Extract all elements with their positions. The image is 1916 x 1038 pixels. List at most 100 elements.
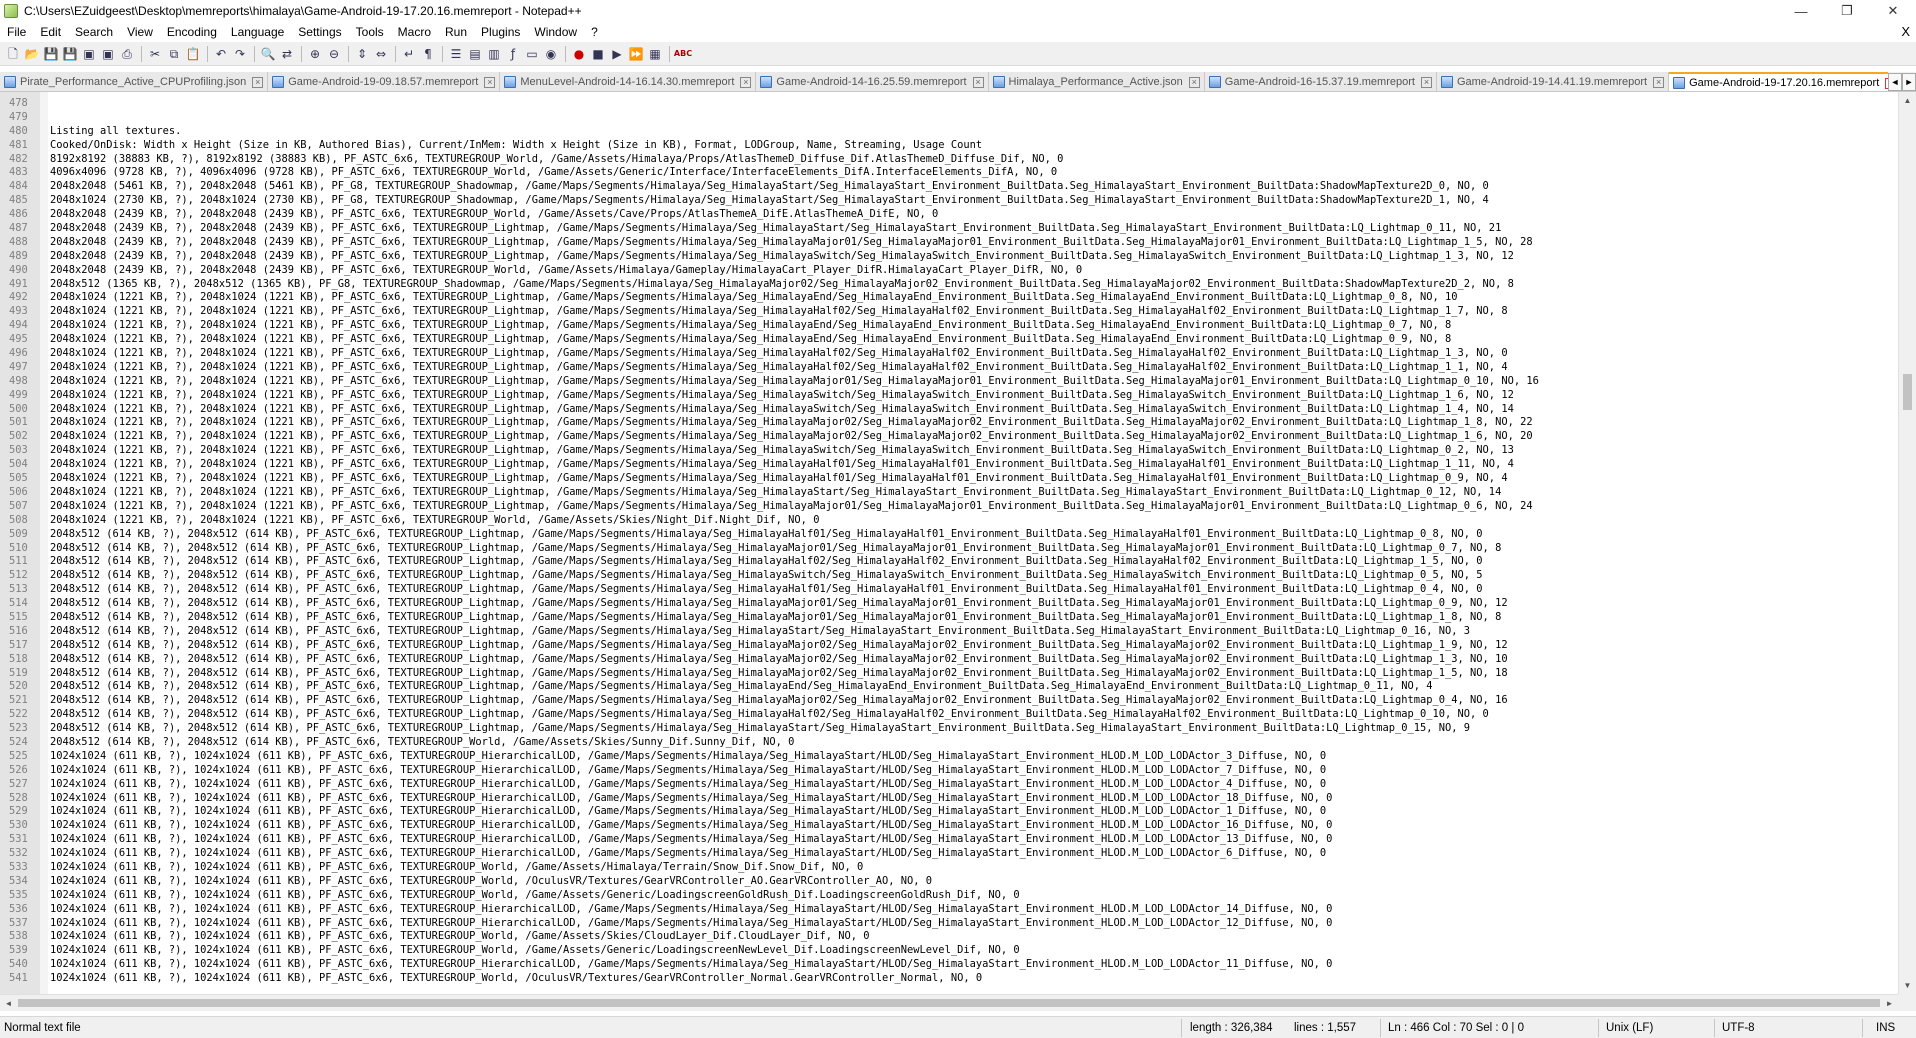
document-tab[interactable]: Game-Android-19-17.20.16.memreport× [1669, 72, 1902, 91]
document-tab[interactable]: Pirate_Performance_Active_CPUProfiling.j… [0, 72, 269, 91]
line-text[interactable]: 2048x1024 (1221 KB, ?), 2048x1024 (1221 … [40, 319, 1451, 333]
menu-item[interactable]: Tools [349, 22, 391, 42]
menu-item[interactable]: Search [68, 22, 120, 42]
menu-item[interactable]: Language [224, 22, 291, 42]
tab-scroll-left-button[interactable]: ◄ [1888, 73, 1902, 91]
new-file-button[interactable]: 🗋 [4, 45, 22, 63]
close-window-button[interactable]: ✕ [1870, 0, 1916, 22]
line-text[interactable]: Listing all textures. [40, 125, 181, 139]
print-button[interactable]: ⎙ [118, 45, 136, 63]
zoom-in-button[interactable]: ⊕ [306, 45, 324, 63]
line-text[interactable]: 2048x2048 (2439 KB, ?), 2048x2048 (2439 … [40, 236, 1533, 250]
text-line[interactable]: 513 2048x512 (614 KB, ?), 2048x512 (614 K… [0, 583, 1898, 598]
line-text[interactable]: 2048x1024 (1221 KB, ?), 2048x1024 (1221 … [40, 486, 1501, 500]
scroll-left-button[interactable]: ◄ [0, 995, 17, 1011]
stop-record-button[interactable]: ■ [589, 45, 607, 63]
open-file-button[interactable]: 📂 [23, 45, 41, 63]
line-text[interactable]: 2048x1024 (1221 KB, ?), 2048x1024 (1221 … [40, 375, 1539, 389]
line-text[interactable]: 1024x1024 (611 KB, ?), 1024x1024 (611 KB… [40, 944, 1020, 958]
text-line[interactable]: 484 2048x2048 (5461 KB, ?), 2048x2048 (54… [0, 180, 1898, 195]
line-text[interactable]: 1024x1024 (611 KB, ?), 1024x1024 (611 KB… [40, 930, 870, 944]
line-text[interactable]: 1024x1024 (611 KB, ?), 1024x1024 (611 KB… [40, 903, 1332, 917]
line-text[interactable]: 1024x1024 (611 KB, ?), 1024x1024 (611 KB… [40, 833, 1332, 847]
text-line[interactable]: 510 2048x512 (614 KB, ?), 2048x512 (614 K… [0, 541, 1898, 556]
line-text[interactable]: 2048x512 (614 KB, ?), 2048x512 (614 KB),… [40, 694, 1508, 708]
line-text[interactable]: 2048x2048 (2439 KB, ?), 2048x2048 (2439 … [40, 222, 1501, 236]
save-all-button[interactable]: 💾 [61, 45, 79, 63]
menu-item[interactable]: Window [527, 22, 584, 42]
line-text[interactable] [40, 97, 50, 111]
line-text[interactable]: 2048x1024 (1221 KB, ?), 2048x1024 (1221 … [40, 430, 1533, 444]
function-list-button[interactable]: ƒ [504, 45, 522, 63]
text-line[interactable]: 478 [0, 97, 1898, 111]
cut-button[interactable]: ✂ [146, 45, 164, 63]
line-text[interactable]: Cooked/OnDisk: Width x Height (Size in K… [40, 139, 982, 153]
line-text[interactable]: 1024x1024 (611 KB, ?), 1024x1024 (611 KB… [40, 750, 1326, 764]
sync-horizontal-button[interactable]: ⇔ [372, 45, 390, 63]
text-line[interactable]: 529 1024x1024 (611 KB, ?), 1024x1024 (611… [0, 805, 1898, 820]
text-line[interactable]: 483 4096x4096 (9728 KB, ?), 4096x4096 (97… [0, 166, 1898, 181]
line-text[interactable]: 1024x1024 (611 KB, ?), 1024x1024 (611 KB… [40, 875, 932, 889]
line-text[interactable]: 2048x512 (614 KB, ?), 2048x512 (614 KB),… [40, 542, 1501, 556]
text-line[interactable]: 531 1024x1024 (611 KB, ?), 1024x1024 (611… [0, 833, 1898, 848]
doc-map-button[interactable]: ▥ [485, 45, 503, 63]
line-text[interactable]: 2048x1024 (1221 KB, ?), 2048x1024 (1221 … [40, 514, 819, 528]
line-text[interactable]: 2048x1024 (1221 KB, ?), 2048x1024 (1221 … [40, 361, 1508, 375]
vertical-scrollbar[interactable]: ▲ ▼ [1898, 92, 1916, 994]
text-line[interactable]: 538 1024x1024 (611 KB, ?), 1024x1024 (611… [0, 930, 1898, 945]
line-text[interactable]: 2048x2048 (2439 KB, ?), 2048x2048 (2439 … [40, 264, 1082, 278]
text-line[interactable]: 522 2048x512 (614 KB, ?), 2048x512 (614 K… [0, 708, 1898, 723]
text-line[interactable]: 479 [0, 110, 1898, 125]
tab-close-icon[interactable]: × [252, 76, 264, 88]
monitoring-button[interactable]: ◉ [542, 45, 560, 63]
text-line[interactable]: 496 2048x1024 (1221 KB, ?), 2048x1024 (12… [0, 347, 1898, 361]
text-line[interactable]: 521 2048x512 (614 KB, ?), 2048x512 (614 K… [0, 694, 1898, 709]
find-button[interactable]: 🔍 [259, 45, 277, 63]
line-text[interactable]: 1024x1024 (611 KB, ?), 1024x1024 (611 KB… [40, 819, 1332, 833]
menu-item[interactable]: Settings [291, 22, 348, 42]
text-line[interactable]: 495 2048x1024 (1221 KB, ?), 2048x1024 (12… [0, 333, 1898, 348]
paste-button[interactable]: 📋 [184, 45, 202, 63]
line-text[interactable]: 1024x1024 (611 KB, ?), 1024x1024 (611 KB… [40, 889, 1020, 903]
editor-area[interactable]: 478 479 480 Listing all textures. 481 Cooked/… [0, 92, 1916, 994]
text-line[interactable]: 530 1024x1024 (611 KB, ?), 1024x1024 (611… [0, 819, 1898, 834]
tab-close-icon[interactable]: × [972, 76, 984, 88]
playback-macro-button[interactable]: ▶ [608, 45, 626, 63]
text-line[interactable]: 536 1024x1024 (611 KB, ?), 1024x1024 (611… [0, 902, 1898, 917]
line-text[interactable]: 1024x1024 (611 KB, ?), 1024x1024 (611 KB… [40, 792, 1332, 806]
text-line[interactable]: 515 2048x512 (614 KB, ?), 2048x512 (614 K… [0, 610, 1898, 625]
line-text[interactable]: 2048x1024 (2730 KB, ?), 2048x1024 (2730 … [40, 194, 1489, 208]
close-button[interactable]: ▣ [80, 45, 98, 63]
text-line[interactable]: 492 2048x1024 (1221 KB, ?), 2048x1024 (12… [0, 291, 1898, 306]
tab-close-icon[interactable]: × [1188, 76, 1200, 88]
save-button[interactable]: 💾 [42, 45, 60, 63]
tab-scroll-right-button[interactable]: ► [1902, 73, 1916, 91]
close-all-button[interactable]: ▣ [99, 45, 117, 63]
text-line[interactable]: 497 2048x1024 (1221 KB, ?), 2048x1024 (12… [0, 360, 1898, 375]
text-line[interactable]: 505 2048x1024 (1221 KB, ?), 2048x1024 (12… [0, 472, 1898, 486]
text-line[interactable]: 507 2048x1024 (1221 KB, ?), 2048x1024 (12… [0, 499, 1898, 514]
menu-item[interactable]: ? [584, 22, 605, 42]
text-line[interactable]: 511 2048x512 (614 KB, ?), 2048x512 (614 K… [0, 555, 1898, 570]
text-line[interactable]: 520 2048x512 (614 KB, ?), 2048x512 (614 K… [0, 680, 1898, 695]
indent-guide-button[interactable]: ☰ [447, 45, 465, 63]
text-line[interactable]: 532 1024x1024 (611 KB, ?), 1024x1024 (611… [0, 847, 1898, 861]
text-line[interactable]: 506 2048x1024 (1221 KB, ?), 2048x1024 (12… [0, 485, 1898, 500]
tab-close-icon[interactable]: × [740, 76, 752, 88]
text-line[interactable]: 482 8192x8192 (38883 KB, ?), 8192x8192 (3… [0, 152, 1898, 167]
scroll-down-button[interactable]: ▼ [1899, 977, 1916, 994]
line-text[interactable]: 4096x4096 (9728 KB, ?), 4096x4096 (9728 … [40, 166, 1057, 180]
text-line[interactable]: 488 2048x2048 (2439 KB, ?), 2048x2048 (24… [0, 235, 1898, 250]
replace-button[interactable]: ⇄ [278, 45, 296, 63]
line-text[interactable]: 2048x512 (1365 KB, ?), 2048x512 (1365 KB… [40, 278, 1514, 292]
text-line[interactable]: 533 1024x1024 (611 KB, ?), 1024x1024 (611… [0, 860, 1898, 875]
text-line[interactable]: 516 2048x512 (614 KB, ?), 2048x512 (614 K… [0, 624, 1898, 639]
line-text[interactable]: 2048x2048 (5461 KB, ?), 2048x2048 (5461 … [40, 180, 1489, 194]
text-line[interactable]: 540 1024x1024 (611 KB, ?), 1024x1024 (611… [0, 958, 1898, 973]
text-line[interactable]: 524 2048x512 (614 KB, ?), 2048x512 (614 K… [0, 735, 1898, 750]
text-line[interactable]: 509 2048x512 (614 KB, ?), 2048x512 (614 K… [0, 527, 1898, 542]
line-text[interactable]: 2048x1024 (1221 KB, ?), 2048x1024 (1221 … [40, 458, 1514, 472]
text-line[interactable]: 499 2048x1024 (1221 KB, ?), 2048x1024 (12… [0, 388, 1898, 403]
tab-close-icon[interactable]: × [1420, 76, 1432, 88]
menu-item[interactable]: Run [438, 22, 474, 42]
